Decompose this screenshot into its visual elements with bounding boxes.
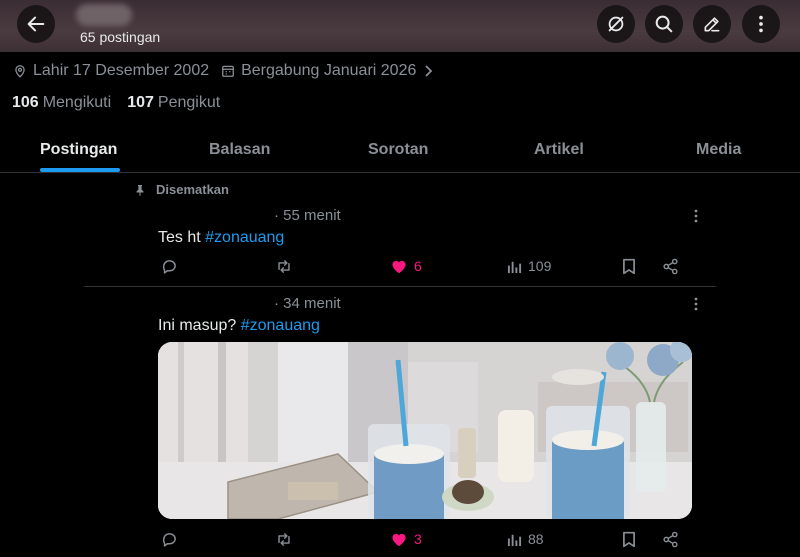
post-time[interactable]: · 55 menit	[274, 207, 341, 224]
views-icon	[507, 534, 522, 546]
pinned-label: Disematkan	[134, 182, 229, 197]
follow-stats: 106 Mengikuti 107 Pengikut	[12, 94, 236, 112]
post-text: Ini masup? #zonauang	[158, 317, 320, 335]
birth-date: Lahir 17 Desember 2002	[13, 62, 209, 80]
location-icon	[15, 65, 25, 78]
more-vertical-icon	[694, 209, 698, 223]
bookmark-button[interactable]	[622, 258, 636, 275]
repost-button[interactable]	[275, 258, 293, 275]
chevron-right-icon	[425, 65, 433, 77]
followers-label: Pengikut	[157, 94, 221, 111]
active-tab-indicator	[40, 168, 120, 172]
back-button[interactable]	[17, 5, 55, 43]
post-more-button[interactable]	[688, 296, 704, 312]
post-body: Tes ht	[158, 229, 206, 246]
grok-icon	[608, 16, 624, 32]
views-button[interactable]: 88	[507, 531, 544, 547]
views-count: 88	[528, 531, 544, 547]
pinned-text: Disematkan	[156, 182, 229, 197]
post-more-button[interactable]	[688, 208, 704, 224]
tab-postingan[interactable]: Postingan	[40, 141, 117, 159]
following-link[interactable]: 106 Mengikuti	[12, 94, 111, 112]
post-time[interactable]: · 34 menit	[274, 295, 341, 312]
more-vertical-icon	[694, 297, 698, 311]
post-count: 65 postingan	[80, 29, 161, 45]
share-button[interactable]	[662, 258, 679, 275]
tab-sorotan[interactable]: Sorotan	[368, 141, 428, 159]
bookmark-icon	[623, 258, 635, 275]
birth-date-label: Lahir 17 Desember 2002	[33, 62, 210, 79]
share-icon	[663, 258, 678, 275]
views-button[interactable]: 109	[507, 258, 551, 274]
hashtag-link[interactable]: #zonauang	[205, 229, 284, 246]
views-icon	[507, 261, 522, 273]
edit-profile-button[interactable]	[693, 5, 731, 43]
repost-icon	[278, 533, 290, 546]
tab-artikel[interactable]: Artikel	[534, 141, 584, 159]
profile-tabs: Postingan Balasan Sorotan Artikel Media	[0, 129, 800, 173]
search-icon	[655, 15, 673, 33]
hashtag-link[interactable]: #zonauang	[241, 317, 320, 334]
share-icon	[663, 531, 678, 548]
tab-media[interactable]: Media	[696, 141, 741, 159]
reply-icon	[162, 260, 176, 274]
calendar-icon	[222, 65, 235, 77]
following-count: 106	[12, 94, 39, 111]
heart-icon	[392, 533, 406, 547]
heart-icon	[392, 260, 406, 274]
post-body: Ini masup?	[158, 317, 241, 334]
reply-icon	[162, 533, 176, 547]
search-button[interactable]	[645, 5, 683, 43]
views-count: 109	[528, 258, 552, 274]
edit-icon	[704, 17, 720, 32]
join-date-label: Bergabung Januari 2026	[241, 62, 417, 79]
bookmark-button[interactable]	[622, 531, 636, 548]
share-button[interactable]	[662, 531, 679, 548]
repost-icon	[278, 260, 290, 273]
profile-meta-row: Lahir 17 Desember 2002 Bergabung Januari…	[13, 61, 452, 81]
repost-button[interactable]	[275, 531, 293, 548]
post-divider	[84, 286, 716, 287]
more-options-button[interactable]	[742, 5, 780, 43]
followers-count: 107	[127, 94, 154, 111]
reply-button[interactable]	[161, 531, 178, 548]
like-count: 3	[414, 531, 422, 547]
followers-link[interactable]: 107 Pengikut	[127, 94, 220, 112]
like-count: 6	[414, 258, 422, 274]
more-vertical-icon	[759, 15, 763, 33]
join-date[interactable]: Bergabung Januari 2026	[221, 62, 440, 80]
photo-drinks-illustration	[158, 342, 692, 519]
post-text: Tes ht #zonauang	[158, 229, 284, 247]
tab-balasan[interactable]: Balasan	[209, 141, 270, 159]
bookmark-icon	[623, 531, 635, 548]
like-button[interactable]: 3	[390, 531, 422, 547]
profile-header: 65 postingan	[0, 0, 800, 52]
grok-button[interactable]	[597, 5, 635, 43]
like-button[interactable]: 6	[390, 258, 422, 274]
following-label: Mengikuti	[42, 94, 112, 111]
profile-name-redacted	[76, 4, 132, 26]
reply-button[interactable]	[161, 258, 178, 275]
back-arrow-icon	[27, 16, 45, 32]
pin-icon	[136, 184, 144, 196]
post-photo[interactable]	[158, 342, 692, 519]
